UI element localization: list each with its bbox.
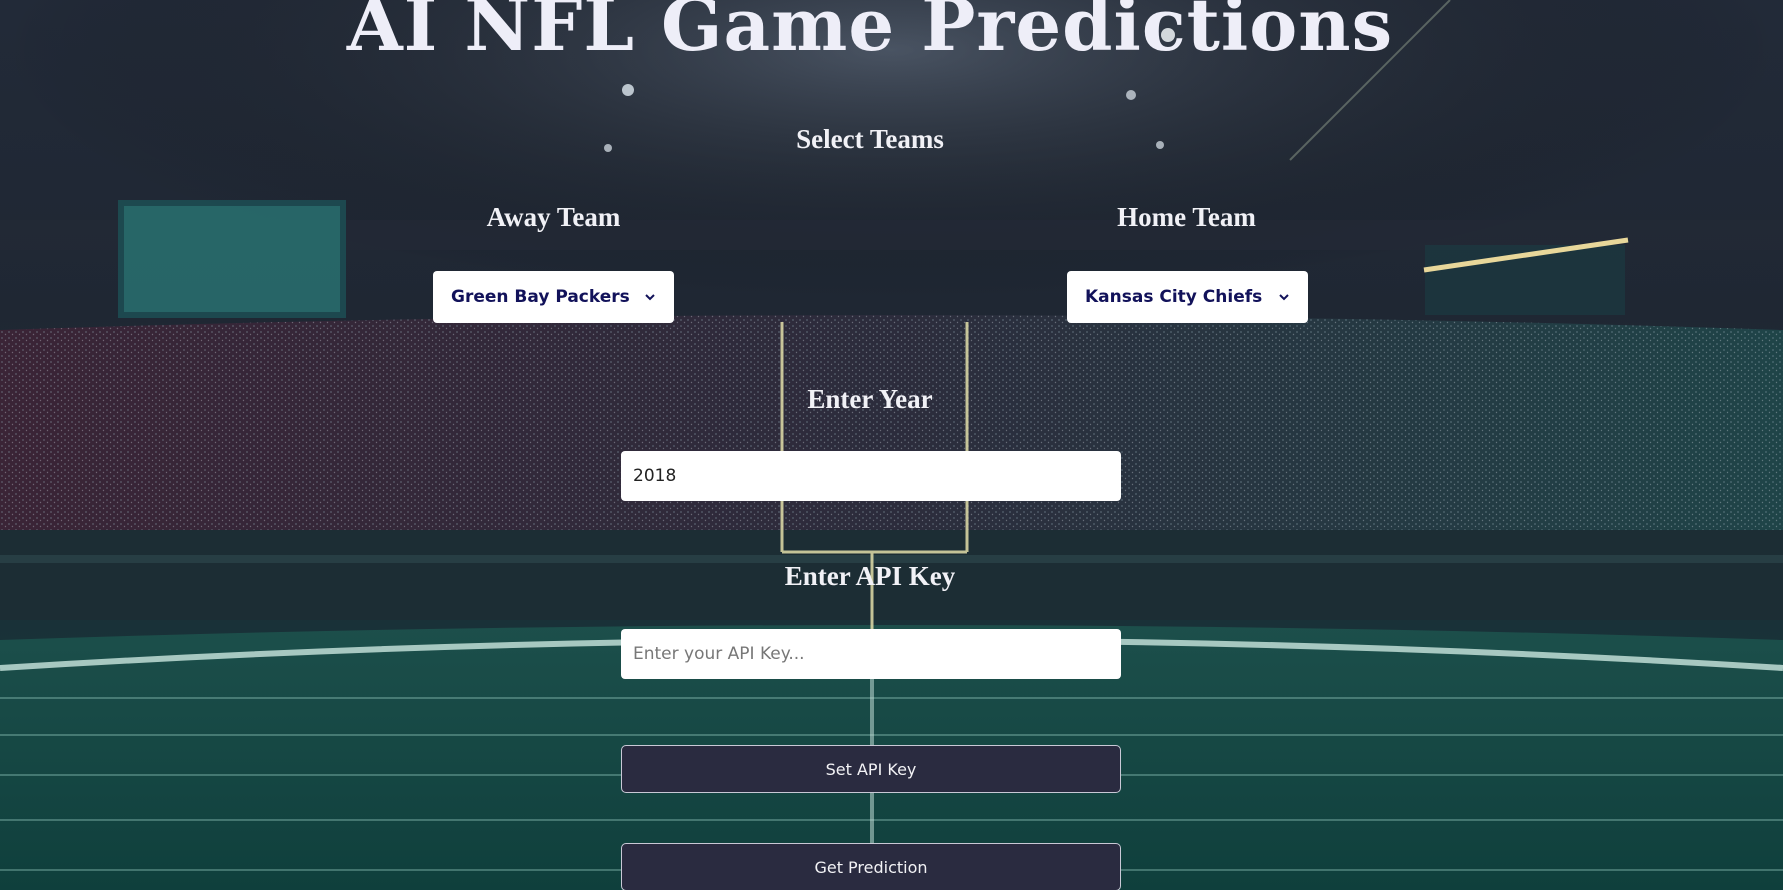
year-input[interactable] [621,451,1121,501]
home-team-selected-value: Kansas City Chiefs [1085,287,1263,307]
home-team-select[interactable]: Kansas City Chiefs [1067,271,1308,323]
away-team-selected-value: Green Bay Packers [451,287,630,307]
enter-api-key-label: Enter API Key [784,561,956,591]
api-key-input[interactable] [621,629,1121,679]
away-team-select[interactable]: Green Bay Packers [433,271,674,323]
select-teams-heading: Select Teams [796,124,944,154]
enter-year-label: Enter Year [807,384,933,414]
away-team-label: Away Team [486,202,621,232]
chevron-down-icon [1279,294,1289,301]
home-team-label: Home Team [1117,202,1256,232]
set-api-key-button[interactable]: Set API Key [621,745,1121,793]
page-title: AI NFL Game Predictions [346,0,1394,67]
get-prediction-button[interactable]: Get Prediction [621,843,1121,890]
chevron-down-icon [645,294,655,301]
